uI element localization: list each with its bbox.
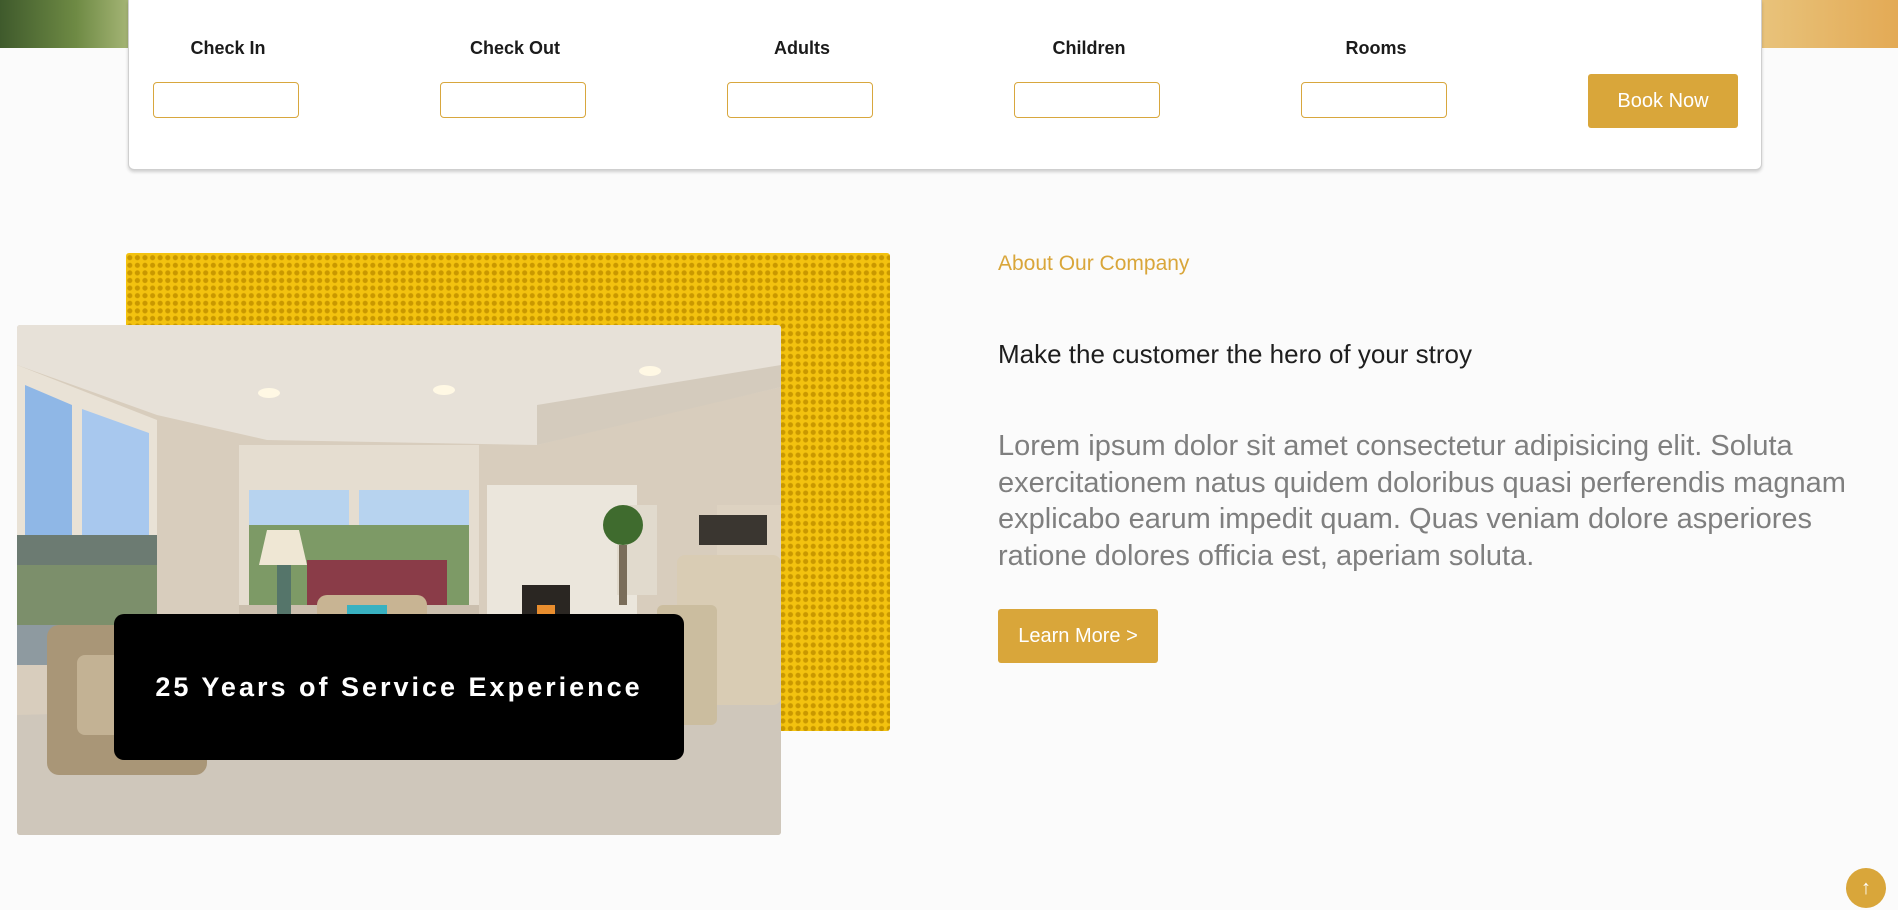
about-body-text: Lorem ipsum dolor sit amet consectetur a… — [998, 430, 1846, 572]
check-in-input[interactable] — [153, 82, 299, 118]
rooms-label: Rooms — [1345, 38, 1407, 58]
experience-badge-text: 25 Years of Service Experience — [155, 671, 643, 702]
check-in-label: Check In — [190, 38, 266, 58]
about-eyebrow: About Our Company — [998, 252, 1190, 275]
booking-form: Check In Check Out Adults Children Rooms… — [128, 0, 1762, 170]
arrow-up-icon: ↑ — [1861, 876, 1871, 899]
check-out-input[interactable] — [440, 82, 586, 118]
check-out-label: Check Out — [469, 38, 561, 58]
adults-label: Adults — [774, 38, 830, 58]
children-label: Children — [1052, 38, 1126, 58]
experience-badge: 25 Years of Service Experience — [114, 614, 684, 760]
adults-input[interactable] — [727, 82, 873, 118]
rooms-input[interactable] — [1301, 82, 1447, 118]
scroll-to-top-button[interactable]: ↑ — [1846, 868, 1886, 908]
book-now-button[interactable]: Book Now — [1588, 74, 1738, 128]
learn-more-button[interactable]: Learn More > — [998, 609, 1158, 663]
children-input[interactable] — [1014, 82, 1160, 118]
about-heading: Make the customer the hero of your stroy — [998, 339, 1472, 369]
